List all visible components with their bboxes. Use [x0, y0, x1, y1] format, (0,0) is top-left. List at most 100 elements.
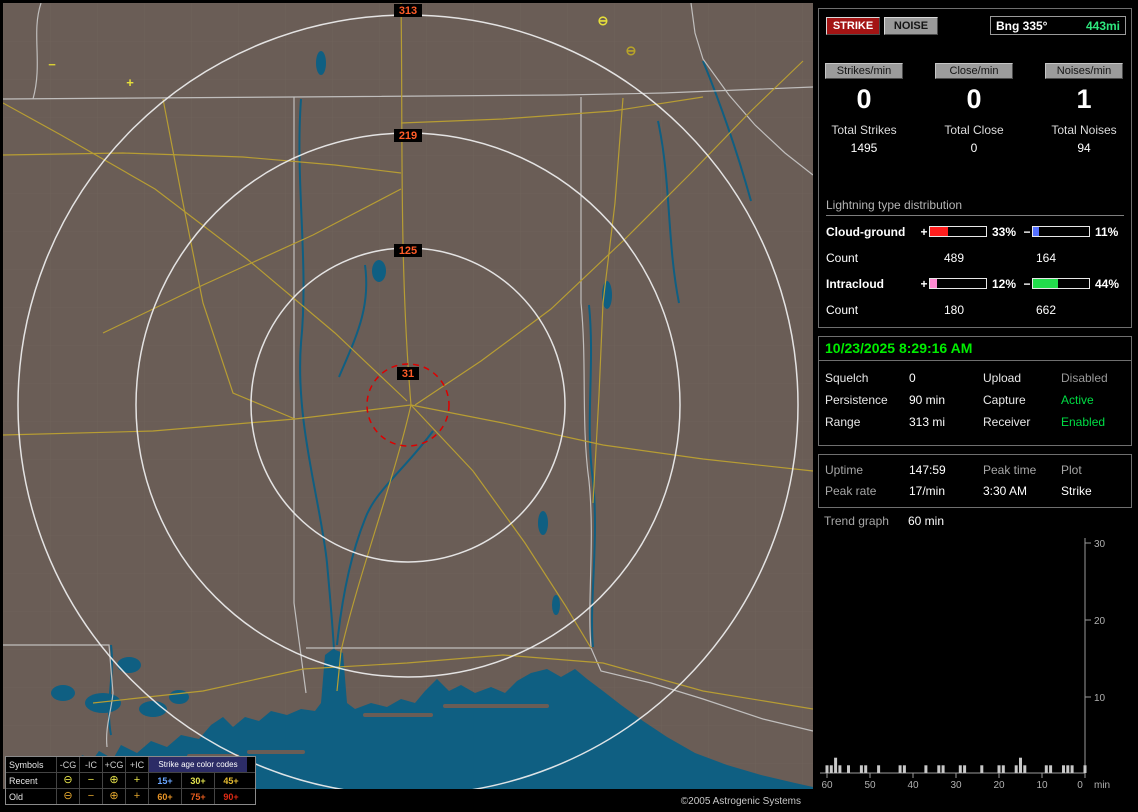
x-tick-40: 40	[907, 780, 919, 791]
x-tick-0: 0	[1077, 780, 1083, 791]
peak-time-label: Peak time	[983, 463, 1037, 477]
x-tick-30: 30	[950, 780, 962, 791]
upload-label: Upload	[983, 371, 1022, 385]
x-tick-50: 50	[864, 780, 876, 791]
capture-label: Capture	[983, 393, 1026, 407]
ring-label-219: 219	[399, 130, 417, 142]
minus-sign: −	[1023, 276, 1031, 291]
ic-plus-pct: 12%	[992, 276, 1017, 291]
trend-bars	[825, 757, 1087, 773]
status-box: 10/23/2025 8:29:16 AM Squelch 0 Upload D…	[818, 336, 1132, 446]
legend-recent-row: Recent ⊖ − ⊕ + 15+ 30+ 45+	[6, 772, 255, 788]
legend-recent-label: Recent	[9, 775, 38, 786]
legend-col-neg-cg: -CG	[56, 757, 79, 772]
intracloud-label: Intracloud	[826, 276, 885, 291]
ring-label-313: 313	[399, 5, 417, 17]
recent-neg-cg-icon: ⊖	[56, 773, 79, 788]
uptime-box: Uptime 147:59 Peak time Plot Peak rate 1…	[818, 454, 1132, 508]
legend-old-row: Old ⊖ − ⊕ + 60+ 75+ 90+	[6, 788, 255, 804]
trend-graph-label: Trend graph	[824, 514, 889, 528]
peak-rate-value: 17/min	[909, 484, 946, 498]
noises-per-min-button[interactable]: Noises/min	[1045, 63, 1123, 79]
strike-symbol: −	[48, 57, 56, 72]
map-canvas[interactable]: 313 219 125 31 ⊖ + − ⊖ Symbols -CG -IC +CG …	[3, 3, 813, 809]
plus-sign: +	[920, 224, 928, 239]
ic-minus-bar	[1032, 278, 1090, 289]
recent-pos-cg-icon: ⊕	[102, 773, 125, 788]
cg-minus-count: 164	[1035, 251, 1057, 265]
age-75: 75+	[181, 789, 214, 804]
close-per-min-button[interactable]: Close/min	[935, 63, 1013, 79]
range-label: Range	[825, 415, 861, 429]
peak-time-value: 3:30 AM	[983, 484, 1028, 498]
legend-symbols-header: Symbols	[9, 759, 44, 770]
strike-symbol: ⊖	[626, 43, 637, 58]
uptime-value: 147:59	[909, 463, 946, 477]
legend-col-pos-ic: +IC	[125, 757, 148, 772]
right-panel: STRIKE NOISE Bng 335° 443mi Strikes/min …	[818, 0, 1134, 812]
peak-rate-row: Peak rate 17/min 3:30 AM Strike	[825, 484, 1127, 498]
copyright-text: ©2005 Astrogenic Systems	[680, 796, 801, 807]
legend-col-pos-cg: +CG	[102, 757, 125, 772]
strikes-per-min-value: 0	[856, 84, 872, 114]
x-axis-unit: min	[1094, 780, 1110, 791]
peak-rate-label: Peak rate	[825, 484, 877, 498]
status-row-range: Range 313 mi Receiver Enabled	[825, 415, 1127, 429]
cloud-ground-label: Cloud-ground	[826, 224, 906, 239]
uptime-row: Uptime 147:59 Peak time Plot	[825, 463, 1127, 477]
persistence-value: 90 min	[909, 393, 946, 407]
map-image: 313 219 125 31 ⊖+−⊖	[3, 3, 813, 789]
receiver-value: Enabled	[1061, 415, 1106, 429]
y-tick-30: 30	[1094, 539, 1106, 550]
age-15: 15+	[148, 773, 181, 788]
ring-label-125: 125	[399, 245, 417, 257]
age-45: 45+	[214, 773, 247, 788]
persistence-label: Persistence	[825, 393, 888, 407]
distribution-divider	[826, 215, 1124, 216]
strike-button[interactable]: STRIKE	[826, 17, 880, 35]
cg-count-label: Count	[826, 251, 859, 265]
ic-minus-pct: 44%	[1095, 276, 1120, 291]
cloud-ground-count-row: Count 489 164	[826, 251, 1128, 265]
datetime-display: 10/23/2025 8:29:16 AM	[819, 337, 1131, 361]
cg-minus-bar	[1032, 226, 1090, 237]
noises-per-min-value: 1	[1076, 84, 1092, 114]
x-tick-20: 20	[993, 780, 1005, 791]
intracloud-count-row: Count 180 662	[826, 303, 1128, 317]
total-close-label: Total Close	[944, 123, 1004, 137]
ring-label-31: 31	[402, 368, 414, 380]
total-noises-value: 94	[1077, 141, 1091, 155]
trend-window-value: 60 min	[908, 514, 945, 528]
legend-header-row: Symbols -CG -IC +CG +IC Strike age color…	[6, 757, 255, 772]
range-value: 313 mi	[909, 415, 946, 429]
map-legend: Symbols -CG -IC +CG +IC Strike age color…	[5, 756, 256, 805]
age-60: 60+	[148, 789, 181, 804]
total-close-value: 0	[970, 141, 978, 155]
bearing-display[interactable]: Bng 335° 443mi	[990, 16, 1126, 35]
close-counter: Close/min 0 Total Close 0	[935, 63, 1013, 155]
y-tick-10: 10	[1094, 693, 1106, 704]
ic-plus-bar	[929, 278, 987, 289]
noise-button[interactable]: NOISE	[884, 17, 938, 35]
status-row-squelch: Squelch 0 Upload Disabled	[825, 371, 1127, 385]
recent-pos-ic-icon: +	[125, 773, 148, 788]
total-noises-label: Total Noises	[1051, 123, 1117, 137]
recent-neg-ic-icon: −	[79, 773, 102, 788]
receiver-label: Receiver	[983, 415, 1031, 429]
close-per-min-value: 0	[966, 84, 982, 114]
total-strikes-value: 1495	[850, 141, 878, 155]
trend-graph: 30 20 10 60 50 40 30 20 10 0 min	[820, 538, 1110, 791]
noises-counter: Noises/min 1 Total Noises 94	[1045, 63, 1123, 155]
total-strikes-label: Total Strikes	[831, 123, 897, 137]
strikes-per-min-button[interactable]: Strikes/min	[825, 63, 903, 79]
legend-old-label: Old	[9, 791, 24, 802]
cloud-ground-row: Cloud-ground + 33% − 11%	[826, 224, 1128, 239]
x-tick-10: 10	[1036, 780, 1048, 791]
old-neg-ic-icon: −	[79, 789, 102, 804]
strike-symbol: ⊖	[598, 13, 609, 28]
ic-plus-count: 180	[943, 303, 965, 317]
squelch-value: 0	[909, 371, 916, 385]
uptime-label: Uptime	[825, 463, 864, 477]
squelch-label: Squelch	[825, 371, 869, 385]
plus-sign: +	[920, 276, 928, 291]
